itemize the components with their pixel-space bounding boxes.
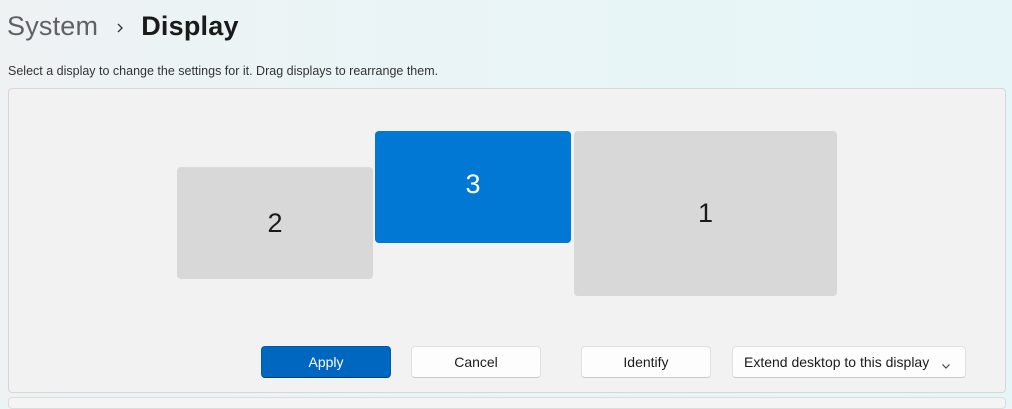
breadcrumb: System Display xyxy=(7,6,239,46)
apply-button[interactable]: Apply xyxy=(261,346,391,378)
display-1-tile[interactable]: 1 xyxy=(574,131,837,296)
page-title: Display xyxy=(141,10,239,41)
multiple-displays-mode-value: Extend desktop to this display xyxy=(744,354,930,370)
multiple-displays-mode-select[interactable]: Extend desktop to this display xyxy=(732,346,966,378)
arrangement-instruction: Select a display to change the settings … xyxy=(8,64,439,78)
display-2-number: 2 xyxy=(267,207,283,238)
display-1-number: 1 xyxy=(697,198,714,228)
display-3-number: 3 xyxy=(465,168,481,199)
chevron-down-icon xyxy=(941,358,951,369)
display-2-tile[interactable]: 2 xyxy=(177,167,373,279)
cancel-button[interactable]: Cancel xyxy=(411,346,541,378)
next-settings-card xyxy=(8,397,1006,409)
chevron-right-icon xyxy=(115,20,125,33)
display-3-tile[interactable]: 3 xyxy=(375,131,571,243)
breadcrumb-system-link[interactable]: System xyxy=(7,11,98,42)
identify-button[interactable]: Identify xyxy=(581,346,711,378)
